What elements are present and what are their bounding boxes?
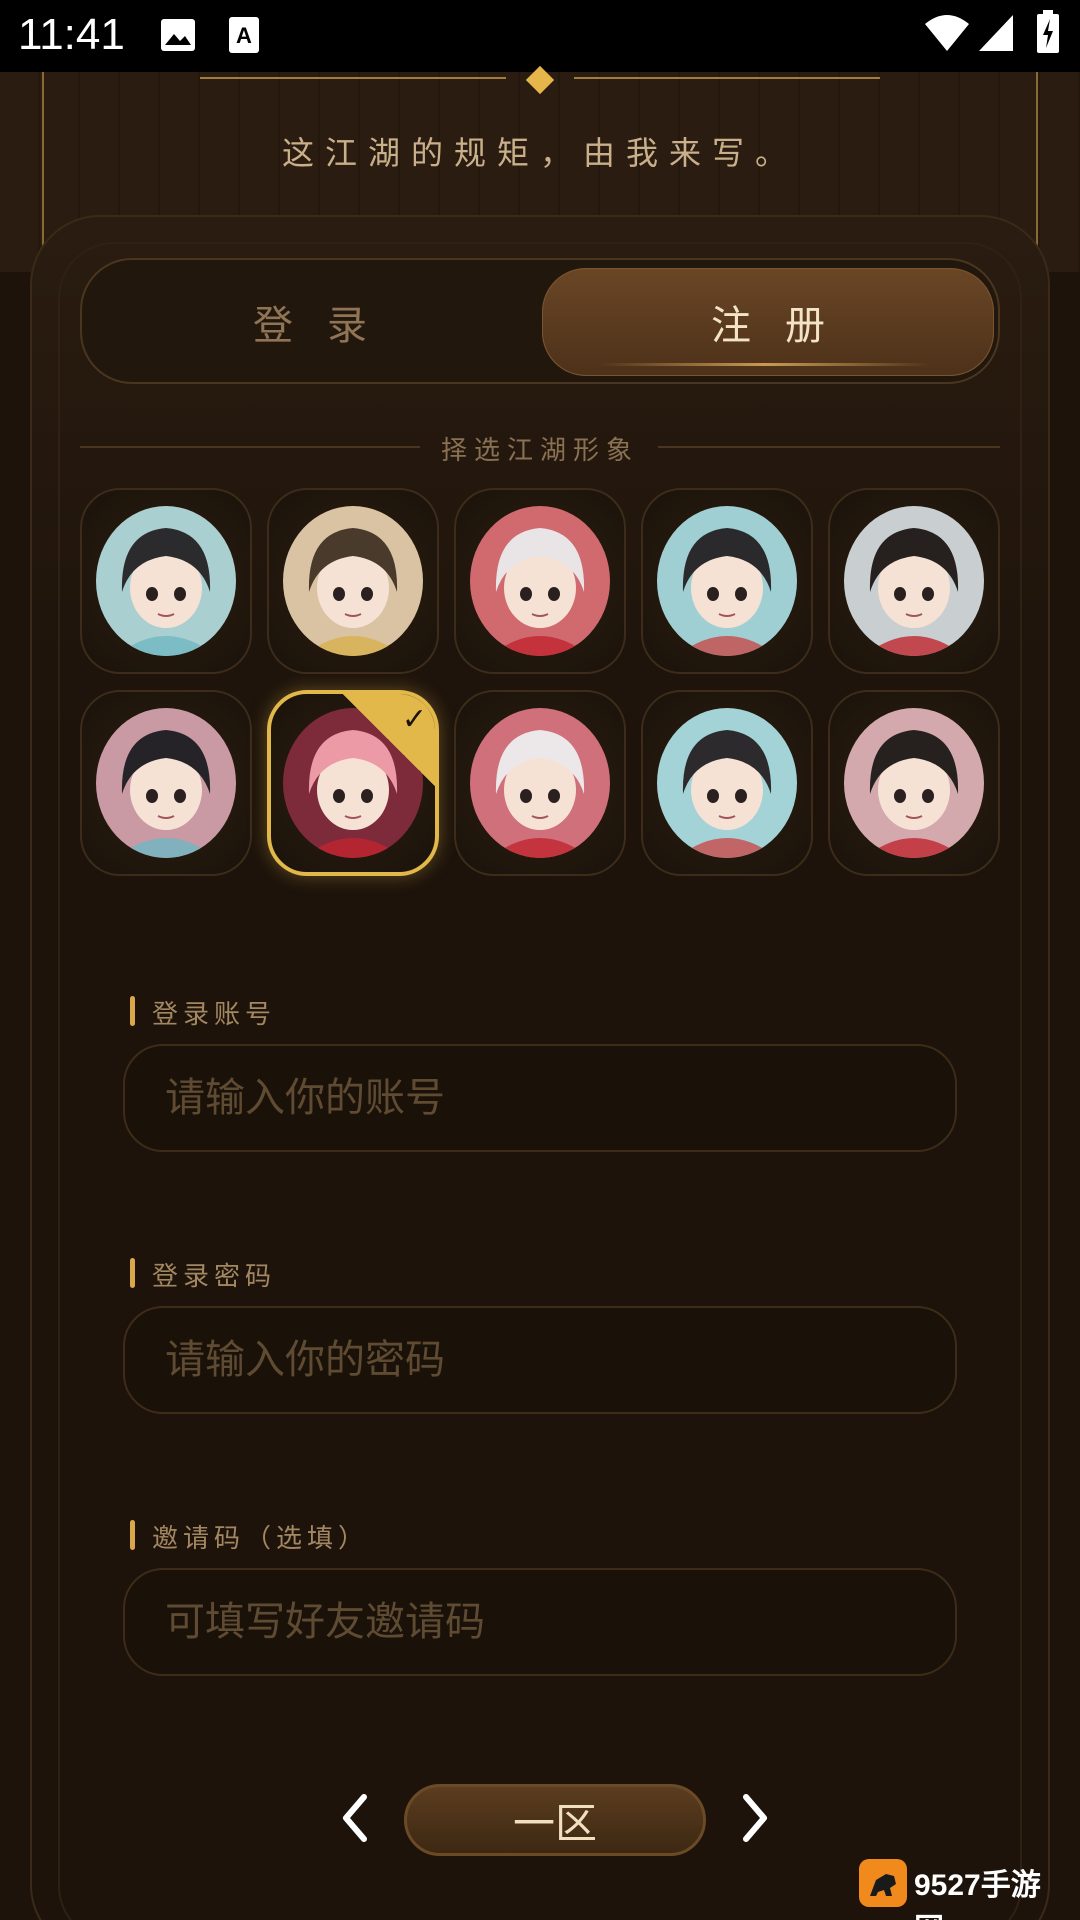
avatar-option[interactable] (641, 690, 813, 876)
avatar-option[interactable] (454, 690, 626, 876)
avatar-portrait (96, 506, 236, 656)
avatar-option[interactable] (828, 488, 1000, 674)
avatar-option[interactable]: ✓ (267, 690, 439, 876)
avatar-portrait (844, 708, 984, 858)
wifi-icon (924, 14, 970, 56)
next-server-button[interactable] (724, 1790, 784, 1850)
avatar-portrait (96, 708, 236, 858)
server-selector-button[interactable]: 一区 (404, 1784, 706, 1856)
image-icon (160, 18, 196, 56)
svg-text:A: A (236, 23, 252, 48)
invite-field-wrapper (123, 1568, 957, 1676)
avatar-portrait (657, 506, 797, 656)
avatar-portrait (844, 506, 984, 656)
account-input[interactable] (125, 1046, 955, 1150)
server-name: 一区 (512, 1798, 597, 1848)
avatar-option[interactable] (80, 488, 252, 674)
avatar-option[interactable] (267, 488, 439, 674)
invite-code-input[interactable] (125, 1570, 955, 1674)
battery-icon (1036, 10, 1060, 58)
divider-left (200, 77, 506, 79)
password-input[interactable] (125, 1308, 955, 1412)
active-tab-indicator (600, 363, 930, 366)
checkmark-icon: ✓ (401, 702, 427, 737)
selected-corner-badge: ✓ (343, 694, 435, 786)
avatar-option[interactable] (454, 488, 626, 674)
clock: 11:41 (18, 10, 125, 59)
avatar-option[interactable] (828, 690, 1000, 876)
signal-icon (978, 14, 1014, 56)
avatar-portrait (657, 708, 797, 858)
a-badge-icon: A (228, 16, 260, 58)
watermark: 9527手游网 (858, 1858, 1058, 1920)
status-bar: 11:41 A (0, 0, 1080, 72)
watermark-text: 9527手游网 (914, 1869, 1041, 1920)
tab-login[interactable]: 登录 (90, 268, 530, 376)
password-field-wrapper (123, 1306, 957, 1414)
avatar-portrait (283, 506, 423, 656)
slogan: 这江湖的规矩，由我来写。 (281, 134, 798, 172)
password-label: 登录密码 (130, 1256, 276, 1293)
prev-server-button[interactable] (326, 1790, 386, 1850)
chevron-left-icon (336, 1793, 376, 1847)
account-field-wrapper (123, 1044, 957, 1152)
chevron-right-icon (734, 1793, 774, 1847)
avatar-option[interactable] (80, 690, 252, 876)
avatar-option[interactable] (641, 488, 813, 674)
tab-register[interactable]: 注册 (542, 268, 994, 376)
account-label: 登录账号 (130, 994, 276, 1031)
avatar-section-title: 择选江湖形象 (440, 436, 639, 466)
avatar-portrait (470, 708, 610, 858)
avatar-portrait (470, 506, 610, 656)
watermark-logo-icon (858, 1858, 908, 1912)
divider-right (574, 77, 880, 79)
invite-code-label: 邀请码（选填） (130, 1518, 369, 1555)
